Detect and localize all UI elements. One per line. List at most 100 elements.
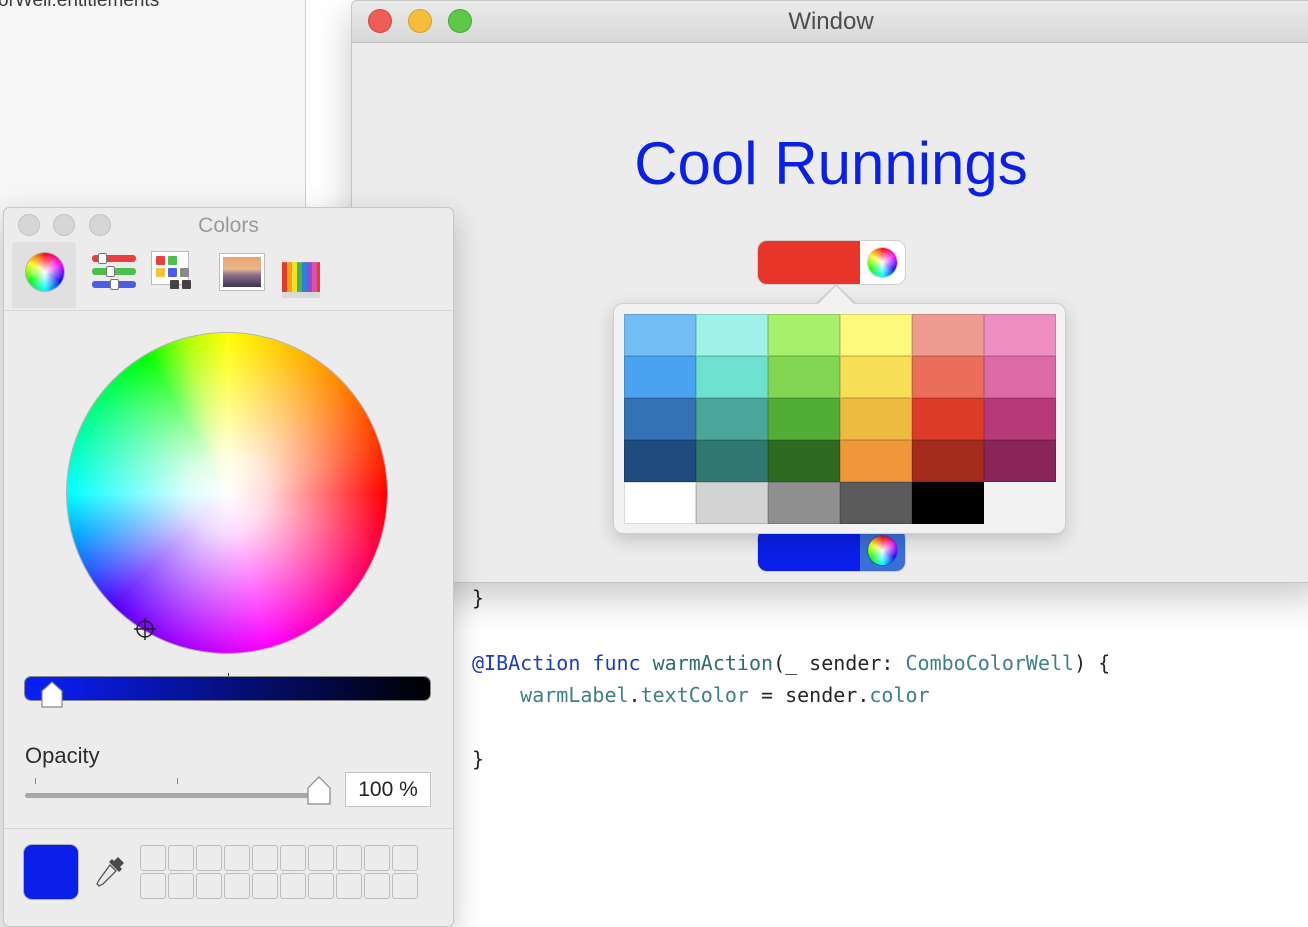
color-wheel-icon bbox=[26, 253, 64, 291]
opacity-label: Opacity bbox=[25, 743, 100, 768]
color-swatch[interactable] bbox=[912, 314, 984, 356]
favorite-color-slot[interactable] bbox=[196, 873, 222, 899]
color-swatch[interactable] bbox=[984, 440, 1056, 482]
code-mid: = sender. bbox=[748, 683, 870, 707]
cool-runnings-label: Cool Runnings bbox=[634, 130, 1028, 197]
color-swatch[interactable] bbox=[624, 356, 696, 398]
color-swatch[interactable] bbox=[984, 398, 1056, 440]
favorite-color-slot[interactable] bbox=[140, 873, 166, 899]
favorite-color-slot[interactable] bbox=[308, 845, 334, 871]
color-swatch[interactable] bbox=[768, 398, 840, 440]
color-swatch[interactable] bbox=[840, 314, 912, 356]
color-swatch[interactable] bbox=[840, 482, 912, 524]
colors-panel-titlebar[interactable]: Colors bbox=[4, 208, 453, 242]
warm-well-color-panel-button[interactable] bbox=[860, 241, 905, 284]
warm-well-swatch[interactable] bbox=[758, 241, 860, 284]
colors-panel-toolbar bbox=[4, 242, 453, 311]
code-func-name: warmAction bbox=[652, 651, 774, 675]
color-swatch[interactable] bbox=[624, 314, 696, 356]
code-line-close-brace: } bbox=[472, 586, 485, 610]
favorite-color-slot[interactable] bbox=[280, 845, 306, 871]
favorite-color-slot[interactable] bbox=[252, 845, 278, 871]
color-swatch[interactable] bbox=[624, 398, 696, 440]
color-swatch[interactable] bbox=[768, 356, 840, 398]
cool-color-well[interactable] bbox=[758, 529, 905, 571]
swatch-popover bbox=[613, 303, 1066, 534]
favorite-color-slot[interactable] bbox=[280, 873, 306, 899]
favorite-color-slot[interactable] bbox=[392, 873, 418, 899]
cool-well-swatch[interactable] bbox=[758, 529, 860, 571]
color-swatch[interactable] bbox=[768, 482, 840, 524]
color-swatch[interactable] bbox=[840, 356, 912, 398]
window-titlebar[interactable]: Window bbox=[352, 1, 1308, 43]
eyedropper-icon[interactable] bbox=[92, 853, 128, 893]
opacity-tick bbox=[177, 778, 178, 784]
favorite-color-slot[interactable] bbox=[336, 845, 362, 871]
favorite-color-slot[interactable] bbox=[336, 873, 362, 899]
navigator-file-item[interactable]: orWell.entitlements bbox=[0, 0, 159, 12]
tab-pencils[interactable] bbox=[266, 242, 330, 308]
code-prop2: color bbox=[869, 683, 930, 707]
image-palette-icon bbox=[220, 254, 264, 290]
favorite-color-slot[interactable] bbox=[392, 845, 418, 871]
opacity-value-field[interactable]: 100 % bbox=[345, 772, 431, 807]
brightness-slider[interactable] bbox=[25, 677, 430, 700]
favorite-color-slot[interactable] bbox=[224, 845, 250, 871]
code-type: ComboColorWell bbox=[905, 651, 1075, 675]
code-line-assign: warmLabel.textColor = sender.color bbox=[472, 683, 930, 707]
color-swatch[interactable] bbox=[696, 356, 768, 398]
cool-well-color-panel-button[interactable] bbox=[860, 529, 905, 571]
color-swatch[interactable] bbox=[912, 440, 984, 482]
color-wheel-icon bbox=[868, 536, 897, 565]
favorite-color-slot[interactable] bbox=[168, 873, 194, 899]
tab-color-sliders[interactable] bbox=[76, 242, 140, 308]
code-keyword: func bbox=[592, 651, 641, 675]
color-swatch[interactable] bbox=[768, 440, 840, 482]
color-swatch[interactable] bbox=[696, 314, 768, 356]
current-color-swatch[interactable] bbox=[24, 845, 78, 899]
warm-color-well[interactable] bbox=[758, 241, 905, 284]
opacity-tick bbox=[35, 778, 36, 784]
code-obj: warmLabel bbox=[520, 683, 629, 707]
color-swatch[interactable] bbox=[624, 482, 696, 524]
color-swatch[interactable] bbox=[696, 440, 768, 482]
tab-color-palettes[interactable] bbox=[144, 242, 208, 308]
popover-arrow-fill bbox=[817, 286, 855, 305]
code-attr: @IBAction bbox=[472, 651, 581, 675]
code-prop: textColor bbox=[640, 683, 749, 707]
color-swatch[interactable] bbox=[840, 440, 912, 482]
color-swatch[interactable] bbox=[624, 440, 696, 482]
favorite-color-slot[interactable] bbox=[224, 873, 250, 899]
favorite-color-slot[interactable] bbox=[364, 845, 390, 871]
favorite-color-slot[interactable] bbox=[140, 845, 166, 871]
tab-color-wheel[interactable] bbox=[12, 242, 76, 308]
colors-panel: Colors Opacity 100 % bbox=[3, 207, 454, 927]
code-line-ibaction: @IBAction func warmAction(_ sender: Comb… bbox=[472, 651, 1110, 675]
favorite-color-slot[interactable] bbox=[196, 845, 222, 871]
color-wheel[interactable] bbox=[67, 333, 387, 653]
opacity-slider-knob[interactable] bbox=[306, 776, 332, 806]
favorite-color-slot[interactable] bbox=[364, 873, 390, 899]
swatch-grid bbox=[624, 314, 1056, 524]
code-args: (_ sender: bbox=[773, 651, 906, 675]
favorite-color-slot[interactable] bbox=[168, 845, 194, 871]
color-swatch[interactable] bbox=[696, 398, 768, 440]
color-swatch[interactable] bbox=[768, 314, 840, 356]
color-swatch[interactable] bbox=[984, 314, 1056, 356]
colors-panel-bottom bbox=[4, 828, 453, 927]
code-brace: ) { bbox=[1074, 651, 1111, 675]
favorite-color-slot[interactable] bbox=[308, 873, 334, 899]
code-dot: . bbox=[628, 683, 641, 707]
tab-image-palettes[interactable] bbox=[204, 242, 268, 308]
color-swatch[interactable] bbox=[912, 482, 984, 524]
color-swatch[interactable] bbox=[984, 356, 1056, 398]
window-title: Window bbox=[788, 8, 874, 35]
color-swatch[interactable] bbox=[840, 398, 912, 440]
favorite-color-slot[interactable] bbox=[252, 873, 278, 899]
color-swatch[interactable] bbox=[912, 356, 984, 398]
color-swatch bbox=[984, 482, 1054, 522]
brightness-slider-knob[interactable] bbox=[40, 681, 64, 709]
color-wheel-crosshair[interactable] bbox=[134, 618, 156, 640]
color-swatch[interactable] bbox=[696, 482, 768, 524]
color-swatch[interactable] bbox=[912, 398, 984, 440]
